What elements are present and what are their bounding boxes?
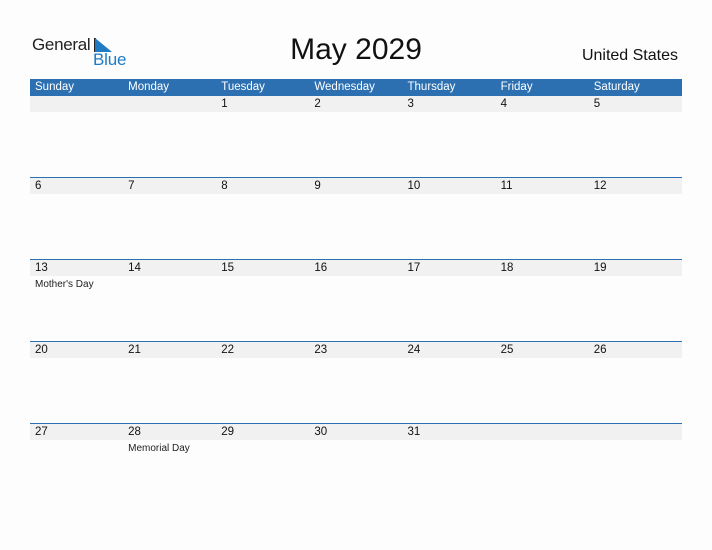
day-number: 29 (221, 426, 235, 438)
day-cell (496, 424, 589, 440)
day-cell: 14 (123, 260, 216, 276)
week-date-strip: 20 21 22 23 24 25 26 (30, 342, 682, 358)
week-row: 13 Mother's Day 14 15 16 17 18 19 (30, 259, 682, 341)
day-number: 24 (407, 344, 421, 356)
week-row: 27 28 Memorial Day 29 30 31 (30, 423, 682, 505)
day-number: 22 (221, 344, 235, 356)
weekday-header: Sunday Monday Tuesday Wednesday Thursday Frid… (30, 79, 682, 96)
day-number: 27 (35, 426, 48, 438)
day-number: 26 (593, 344, 607, 356)
day-number: 6 (35, 180, 42, 192)
day-cell: 1 (216, 96, 309, 112)
day-number: 20 (35, 344, 48, 356)
day-number: 4 (500, 98, 508, 110)
day-number: 2 (314, 98, 321, 110)
day-number: 5 (593, 98, 601, 110)
calendar-grid: Sunday Monday Tuesday Wednesday Thursday Frid… (30, 79, 682, 505)
day-number: 14 (128, 262, 141, 274)
day-cell: 11 (496, 178, 589, 194)
day-cell: 31 (403, 424, 496, 440)
day-number: 18 (500, 262, 514, 274)
weekday-tuesday: Tuesday (221, 81, 265, 93)
weekday-wednesday: Wednesday (314, 81, 375, 93)
day-cell: 15 (216, 260, 309, 276)
day-cell: 23 (309, 342, 402, 358)
weeks-container: 1 2 3 4 5 6 7 8 9 10 11 12 13 Mother's Day 14 15 16 17 18 1… (30, 96, 682, 505)
weekday-thursday: Thursday (407, 81, 456, 93)
day-cell (123, 96, 216, 112)
day-cell: 5 (589, 96, 682, 112)
day-number: 23 (314, 344, 328, 356)
week-date-strip: 13 Mother's Day 14 15 16 17 18 19 (30, 260, 682, 290)
day-number: 12 (593, 180, 607, 192)
day-cell: 12 (589, 178, 682, 194)
day-cell: 9 (309, 178, 402, 194)
weekday-friday: Friday (500, 81, 533, 93)
day-cell: 22 (216, 342, 309, 358)
weekday-saturday: Saturday (593, 81, 640, 93)
day-number: 10 (407, 180, 421, 192)
week-row: 6 7 8 9 10 11 12 (30, 177, 682, 259)
day-number: 3 (407, 98, 414, 110)
day-number: 1 (221, 98, 228, 110)
week-date-strip: 6 7 8 9 10 11 12 (30, 178, 682, 194)
holiday-label: Memorial Day (128, 443, 190, 454)
day-number: 28 (128, 426, 141, 438)
day-cell: 6 (30, 178, 123, 194)
day-number: 31 (407, 426, 421, 438)
day-cell: 21 (123, 342, 216, 358)
day-cell (30, 96, 123, 112)
week-row: 1 2 3 4 5 (30, 96, 682, 177)
day-cell: 8 (216, 178, 309, 194)
day-number: 13 (35, 262, 48, 274)
day-number: 8 (221, 180, 228, 192)
day-number: 21 (128, 344, 141, 356)
day-cell: 24 (403, 342, 496, 358)
weekday-sunday: Sunday (35, 81, 75, 93)
day-number: 16 (314, 262, 328, 274)
day-cell: 2 (309, 96, 402, 112)
week-date-strip: 1 2 3 4 5 (30, 96, 682, 112)
day-number: 30 (314, 426, 328, 438)
week-row: 20 21 22 23 24 25 26 (30, 341, 682, 423)
day-number: 19 (593, 262, 607, 274)
day-cell: 30 (309, 424, 402, 440)
day-cell: 26 (589, 342, 682, 358)
day-cell: 3 (403, 96, 496, 112)
holiday-label: Mother's Day (35, 279, 94, 290)
day-cell: 27 (30, 424, 123, 440)
day-cell: 16 (309, 260, 402, 276)
day-cell: 10 (403, 178, 496, 194)
day-cell: 20 (30, 342, 123, 358)
day-cell: 7 (123, 178, 216, 194)
weekday-monday: Monday (128, 81, 170, 93)
day-number: 17 (407, 262, 421, 274)
day-number: 15 (221, 262, 235, 274)
day-number: 9 (314, 180, 321, 192)
day-number: 11 (500, 180, 513, 192)
day-cell: 18 (496, 260, 589, 276)
day-number: 25 (500, 344, 514, 356)
day-cell: 17 (403, 260, 496, 276)
country-label: United States (581, 47, 678, 64)
day-cell: 29 (216, 424, 309, 440)
day-cell: 28 Memorial Day (123, 424, 216, 454)
day-number: 7 (128, 180, 135, 192)
day-cell: 13 Mother's Day (30, 260, 123, 290)
day-cell (589, 424, 682, 440)
day-cell: 25 (496, 342, 589, 358)
day-cell: 4 (496, 96, 589, 112)
day-cell: 19 (589, 260, 682, 276)
week-date-strip: 27 28 Memorial Day 29 30 31 (30, 424, 682, 454)
